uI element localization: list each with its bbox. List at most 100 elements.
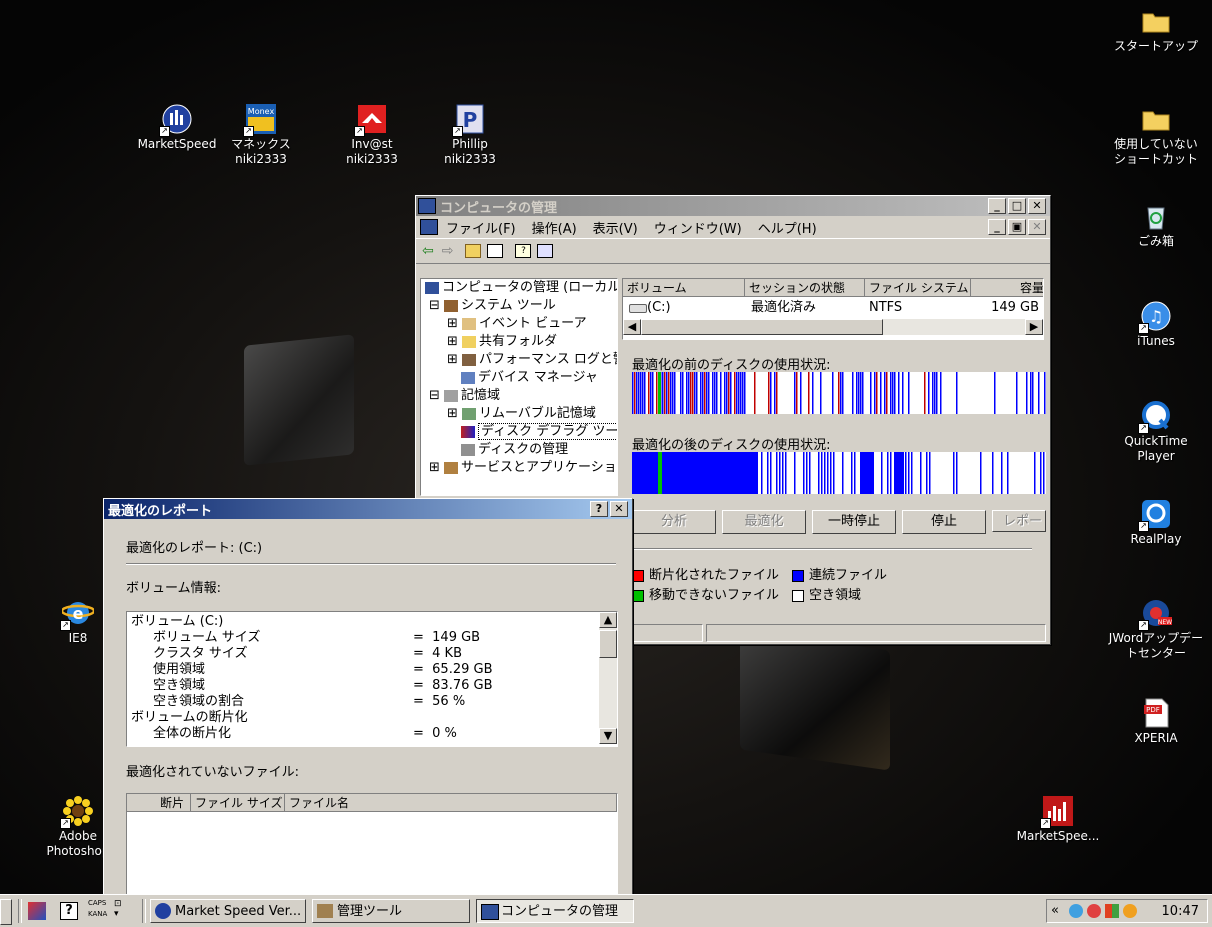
column-header-fragments[interactable]: 断片 <box>127 794 191 812</box>
maximize-button[interactable]: □ <box>1008 198 1026 214</box>
tree-item-computer-management[interactable]: コンピュータの管理 (ローカル) <box>421 279 617 297</box>
defrag-pane: ボリューム セッションの状態 ファイル システム 容量 (C:) 最適化済み N… <box>622 278 1046 638</box>
vertical-scrollbar[interactable]: ▲ ▼ <box>599 612 617 744</box>
show-tree-icon[interactable] <box>487 244 504 258</box>
column-header-capacity[interactable]: 容量 <box>971 279 1043 297</box>
desktop-icon-jword[interactable]: NEW ↗ JWordアップデー トセンター <box>1106 597 1206 661</box>
scroll-down-button[interactable]: ▼ <box>599 728 617 744</box>
properties-icon[interactable] <box>537 244 554 258</box>
tree-item-disk-management[interactable]: ディスクの管理 <box>421 441 617 459</box>
desktop-icon-unused-shortcuts[interactable]: 使用していない ショートカット <box>1106 103 1206 167</box>
start-button-edge[interactable] <box>0 899 12 925</box>
tree-item-performance-logs[interactable]: ⊞ パフォーマンス ログと警告 <box>421 351 617 369</box>
column-header-volume[interactable]: ボリューム <box>623 279 745 297</box>
menu-view[interactable]: 表示(V) <box>593 218 638 237</box>
help-icon[interactable]: ? <box>60 902 78 920</box>
office-icon[interactable] <box>28 902 46 920</box>
menu-file[interactable]: ファイル(F) <box>446 218 516 237</box>
column-header-file-name[interactable]: ファイル名 <box>285 794 617 812</box>
tree-item-event-viewer[interactable]: ⊞ イベント ビューア <box>421 315 617 333</box>
volume-info-label: ボリューム情報: <box>126 581 221 596</box>
ime-icon[interactable]: ⊡ ▾ <box>114 899 122 919</box>
performance-icon <box>462 353 477 366</box>
mdi-icon <box>420 219 438 235</box>
child-close-button[interactable]: ✕ <box>1028 219 1046 235</box>
icon-label-2: ショートカット <box>1113 152 1198 166</box>
desktop-icon-realplay[interactable]: ↗ RealPlay <box>1106 498 1206 547</box>
scroll-thumb[interactable] <box>599 630 617 658</box>
desktop-icon-itunes[interactable]: ♫ ↗ iTunes <box>1106 300 1206 349</box>
desktop-icon-quicktime[interactable]: ↗ QuickTime Player <box>1106 400 1206 464</box>
quicklaunch-divider <box>18 899 22 923</box>
defragment-button[interactable]: 最適化 <box>722 510 806 534</box>
tree-item-services-applications[interactable]: ⊞ サービスとアプリケーション <box>421 459 617 477</box>
desktop-icon-monex[interactable]: Monex ↗ マネックス niki2333 <box>211 103 311 167</box>
desktop-icon-phillip[interactable]: P ↗ Phillip niki2333 <box>420 103 520 167</box>
menu-action[interactable]: 操作(A) <box>532 218 577 237</box>
tree-item-removable-storage[interactable]: ⊞ リムーバブル記憶域 <box>421 405 617 423</box>
desktop-icon-recycle-bin[interactable]: ごみ箱 <box>1106 200 1206 249</box>
quicklaunch-divider <box>142 899 146 923</box>
event-viewer-icon <box>462 317 477 330</box>
desktop-icon-invast[interactable]: ↗ Inv@st niki2333 <box>322 103 422 167</box>
file-list[interactable]: 断片 ファイル サイズ ファイル名 <box>126 793 618 899</box>
scroll-up-button[interactable]: ▲ <box>599 612 617 628</box>
menu-window[interactable]: ウィンドウ(W) <box>654 218 742 237</box>
analyze-button[interactable]: 分析 <box>632 510 716 534</box>
windows-flag-icon[interactable] <box>1105 904 1119 918</box>
network-icon[interactable] <box>1069 904 1083 918</box>
scroll-right-button[interactable]: ▶ <box>1025 319 1043 335</box>
desktop-icon-startup[interactable]: スタートアップ <box>1106 5 1206 54</box>
report-value: = 149 GB <box>413 630 481 645</box>
scroll-thumb[interactable] <box>641 319 883 335</box>
antivirus-icon[interactable] <box>1087 904 1101 918</box>
column-header-file-size[interactable]: ファイル サイズ <box>191 794 285 812</box>
defrag-icon <box>461 425 475 438</box>
icon-label: MarketSpee... <box>1016 829 1100 843</box>
report-button[interactable]: レポート <box>992 510 1046 532</box>
taskbar-button-admin-tools[interactable]: 管理ツール <box>312 899 470 923</box>
marketspeed-chart-icon: ↗ <box>1040 795 1074 829</box>
taskbar: ? CAPS KANA ⊡ ▾ Market Speed Ver... 管理ツール… <box>0 894 1212 927</box>
horizontal-scrollbar[interactable]: ◀ ▶ <box>623 319 1043 335</box>
icon-label: iTunes <box>1137 334 1175 348</box>
table-row[interactable]: (C:) 最適化済み NTFS 149 GB <box>623 299 1043 317</box>
report-line: ボリューム (C:) <box>131 614 224 629</box>
report-value: = 0 % <box>413 726 457 741</box>
icon-label: XPERIA <box>1134 731 1178 745</box>
child-minimize-button[interactable]: _ <box>988 219 1006 235</box>
volume-info-textbox[interactable]: ボリューム (C:) ボリューム サイズ = 149 GB クラスタ サイズ =… <box>126 611 618 747</box>
drive-icon <box>629 304 647 313</box>
dialog-help-button[interactable]: ? <box>590 501 608 517</box>
desktop-icon-xperia[interactable]: PDF XPERIA <box>1106 697 1206 746</box>
help-icon[interactable]: ? <box>515 244 532 258</box>
forward-arrow-icon[interactable]: ⇨ <box>442 243 454 259</box>
minimize-button[interactable]: _ <box>988 198 1006 214</box>
tree-item-disk-defragmenter[interactable]: ディスク デフラグ ツール <box>421 423 617 441</box>
show-hidden-icons-button[interactable]: « <box>1051 903 1059 918</box>
tree-item-device-manager[interactable]: デバイス マネージャ <box>421 369 617 387</box>
desktop-icon-marketspeed-2[interactable]: ↗ MarketSpee... <box>1008 795 1108 844</box>
update-icon[interactable] <box>1123 904 1137 918</box>
report-line: ボリューム サイズ <box>153 630 261 645</box>
dialog-close-button[interactable]: ✕ <box>610 501 628 517</box>
pause-button[interactable]: 一時停止 <box>812 510 896 534</box>
scroll-left-button[interactable]: ◀ <box>623 319 641 335</box>
close-button[interactable]: ✕ <box>1028 198 1046 214</box>
internet-explorer-icon: e ↗ <box>60 597 96 631</box>
taskbar-button-computer-management[interactable]: コンピュータの管理 <box>476 899 634 923</box>
menu-help[interactable]: ヘルプ(H) <box>758 218 817 237</box>
column-header-file-system[interactable]: ファイル システム <box>865 279 971 297</box>
tree-item-system-tools[interactable]: ⊟ システム ツール <box>421 297 617 315</box>
child-restore-button[interactable]: ▣ <box>1008 219 1026 235</box>
taskbar-button-marketspeed[interactable]: Market Speed Ver... <box>150 899 306 923</box>
stop-button[interactable]: 停止 <box>902 510 986 534</box>
back-arrow-icon[interactable]: ⇦ <box>422 243 434 259</box>
up-folder-icon[interactable] <box>465 244 482 258</box>
tree-item-storage[interactable]: ⊟ 記憶域 <box>421 387 617 405</box>
clock[interactable]: 10:47 <box>1162 904 1199 919</box>
column-header-session-state[interactable]: セッションの状態 <box>745 279 865 297</box>
icon-label: JWordアップデー <box>1108 631 1204 645</box>
tree-item-shared-folders[interactable]: ⊞ 共有フォルダ <box>421 333 617 351</box>
legend-swatch <box>792 569 804 582</box>
